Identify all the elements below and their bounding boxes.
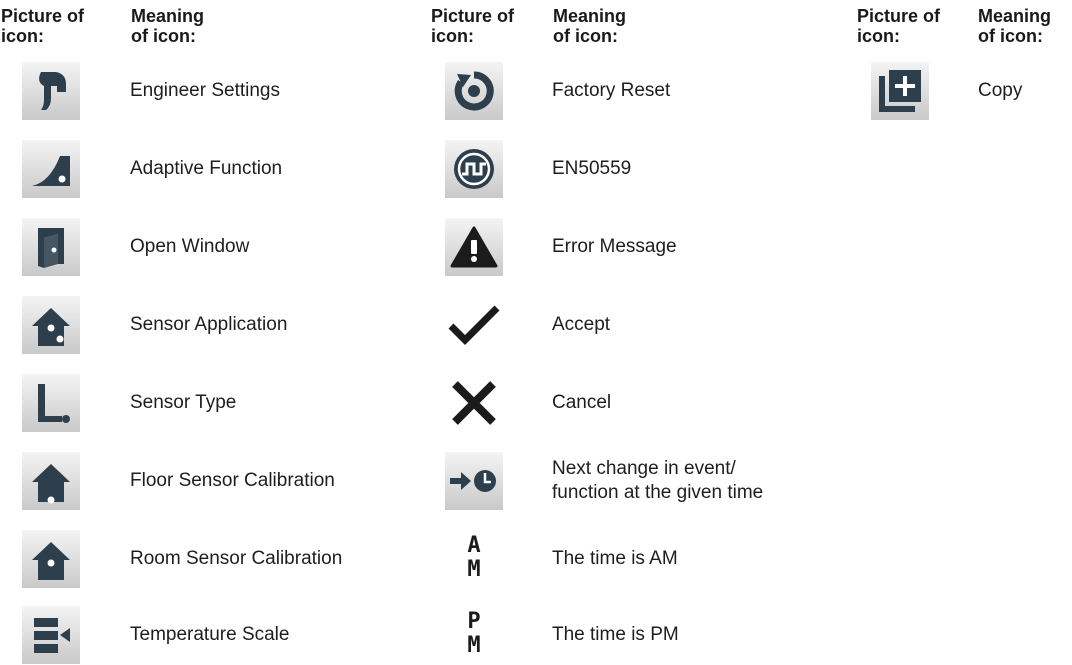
icon-label: EN50559 bbox=[552, 158, 632, 179]
icon-label: Accept bbox=[552, 314, 611, 335]
icon-label: The time is PM bbox=[552, 624, 679, 645]
warning-icon bbox=[445, 218, 503, 276]
pm-letter-m: M bbox=[467, 633, 481, 658]
floor-sensor-house-icon bbox=[22, 452, 80, 510]
icon-label: Factory Reset bbox=[552, 80, 671, 101]
room-sensor-house-icon bbox=[22, 530, 80, 588]
am-icon: A M bbox=[445, 530, 503, 588]
icon-label: Temperature Scale bbox=[130, 624, 290, 645]
icon-row: Temperature Scale bbox=[22, 606, 422, 664]
icon-row: Accept bbox=[445, 296, 845, 354]
icon-row: Engineer Settings bbox=[22, 62, 422, 120]
icon-row: Cancel bbox=[445, 374, 845, 432]
icon-label: Open Window bbox=[130, 236, 250, 257]
en50559-icon bbox=[445, 140, 503, 198]
icon-label: Next change in event/ function at the gi… bbox=[552, 458, 764, 503]
icon-label: Copy bbox=[978, 80, 1023, 101]
header-meaning: Meaning of icon: bbox=[978, 6, 1052, 46]
header-picture: Picture of icon: bbox=[1, 6, 85, 46]
icon-row: A M The time is AM bbox=[445, 530, 845, 588]
copy-icon bbox=[871, 62, 929, 120]
pm-letter-p: P bbox=[467, 609, 481, 634]
icon-label: Sensor Type bbox=[130, 392, 237, 413]
icon-row: Next change in event/ function at the gi… bbox=[445, 452, 845, 510]
header-picture: Picture of icon: bbox=[857, 6, 941, 46]
icon-label: Room Sensor Calibration bbox=[130, 548, 343, 569]
icon-row: Room Sensor Calibration bbox=[22, 530, 422, 588]
am-letter-m: M bbox=[467, 557, 481, 582]
icon-label: The time is AM bbox=[552, 548, 678, 569]
icon-row: Floor Sensor Calibration bbox=[22, 452, 422, 510]
open-window-icon bbox=[22, 218, 80, 276]
factory-reset-icon bbox=[445, 62, 503, 120]
icon-row: Error Message bbox=[445, 218, 845, 276]
arrow-clock-icon bbox=[445, 452, 503, 510]
pm-icon: P M bbox=[445, 606, 503, 664]
icon-row: Open Window bbox=[22, 218, 422, 276]
icon-row: Copy bbox=[871, 62, 1071, 120]
cross-icon bbox=[445, 374, 503, 432]
sensor-type-icon bbox=[22, 374, 80, 432]
icon-row: Sensor Type bbox=[22, 374, 422, 432]
icon-label: Cancel bbox=[552, 392, 612, 413]
icon-row: EN50559 bbox=[445, 140, 845, 198]
header-meaning: Meaning of icon: bbox=[131, 6, 205, 46]
am-letter-a: A bbox=[467, 533, 481, 558]
temperature-scale-icon bbox=[22, 606, 80, 664]
header-picture: Picture of icon: bbox=[431, 6, 515, 46]
icon-label: Sensor Application bbox=[130, 314, 288, 335]
house-sensor-icon bbox=[22, 296, 80, 354]
icon-row: Sensor Application bbox=[22, 296, 422, 354]
checkmark-icon bbox=[445, 296, 503, 354]
icon-label: Error Message bbox=[552, 236, 677, 257]
icon-row: Factory Reset bbox=[445, 62, 845, 120]
icon-row: P M The time is PM bbox=[445, 606, 845, 664]
adaptive-ramp-icon bbox=[22, 140, 80, 198]
icon-row: Adaptive Function bbox=[22, 140, 422, 198]
header-meaning: Meaning of icon: bbox=[553, 6, 627, 46]
icon-label: Adaptive Function bbox=[130, 158, 283, 179]
icon-label: Floor Sensor Calibration bbox=[130, 470, 335, 491]
icon-label: Engineer Settings bbox=[130, 80, 280, 101]
wrench-icon bbox=[22, 62, 80, 120]
